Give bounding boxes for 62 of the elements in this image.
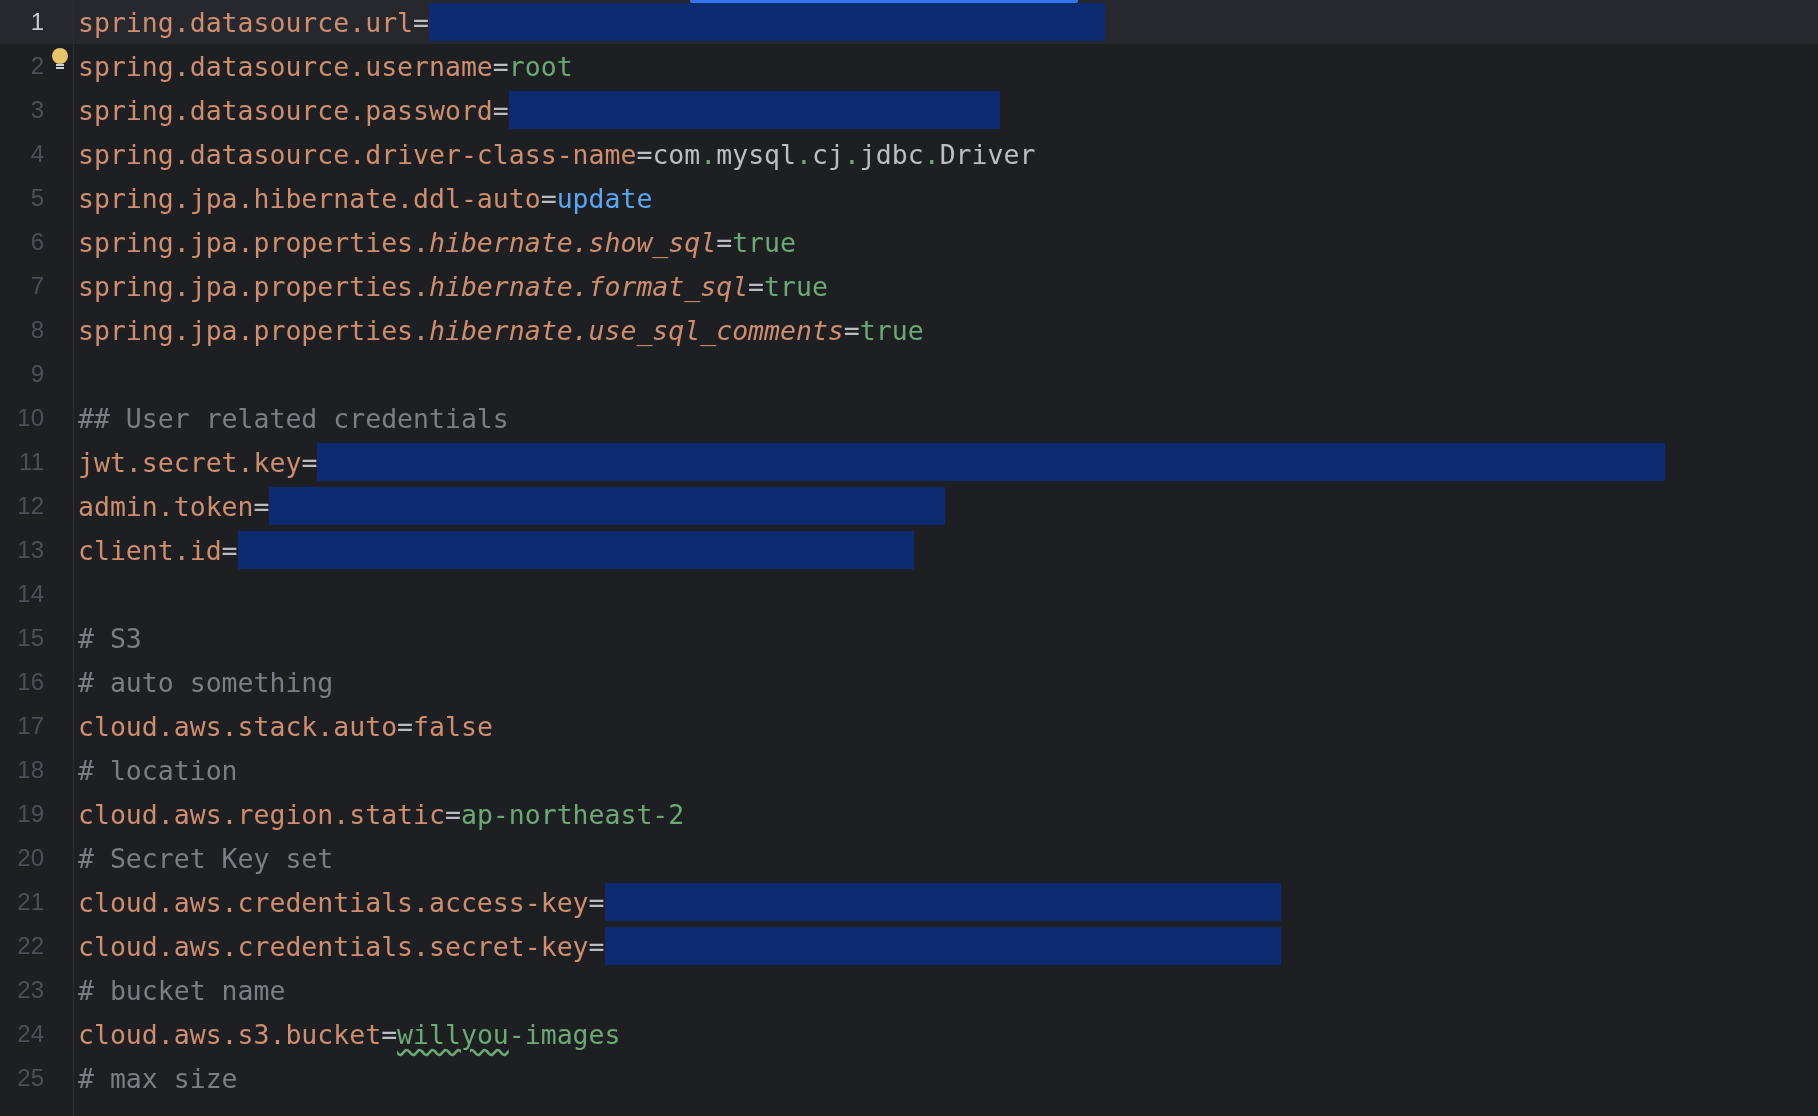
equals-sign: = xyxy=(843,314,860,346)
equals-sign: = xyxy=(588,930,605,962)
dot: . xyxy=(843,138,860,170)
property-value: true xyxy=(732,226,796,258)
property-value: ap-northeast-2 xyxy=(460,798,685,830)
code-editor[interactable] xyxy=(0,0,1818,1116)
comment-text: # bucket name xyxy=(78,974,286,1006)
comment-text: # location xyxy=(78,754,238,786)
line-number: 1 xyxy=(29,8,44,36)
property-key: spring.jpa.hibernate.ddl-auto xyxy=(78,182,541,214)
equals-sign: = xyxy=(413,6,429,38)
equals-sign: = xyxy=(588,886,605,918)
class-name: cj xyxy=(811,138,844,170)
property-key: cloud.aws.region.static xyxy=(78,798,445,830)
property-key: spring.datasource.username xyxy=(78,50,493,82)
equals-sign: = xyxy=(748,270,765,302)
comment-text: # auto something xyxy=(78,666,334,698)
equals-sign: = xyxy=(301,446,318,478)
equals-sign: = xyxy=(492,94,509,126)
property-key: cloud.aws.credentials.access-key xyxy=(78,886,589,918)
equals-sign: = xyxy=(540,182,557,214)
property-key: false xyxy=(413,710,493,742)
property-key: cloud.aws.credentials.secret-key xyxy=(78,930,589,962)
property-key: spring.datasource.driver-class-name xyxy=(78,138,637,170)
equals-sign: = xyxy=(381,1018,398,1050)
property-value: true xyxy=(859,314,924,346)
property-key: spring.jpa.properties. xyxy=(78,226,429,258)
property-value: update xyxy=(556,182,653,214)
property-key: client.id xyxy=(78,534,222,566)
class-name: Driver xyxy=(939,138,1036,170)
property-key: jwt.secret.key xyxy=(78,446,302,478)
equals-sign: = xyxy=(253,490,270,522)
comment-text: # Secret Key set xyxy=(78,842,334,874)
equals-sign: = xyxy=(221,534,238,566)
property-value: root xyxy=(508,50,573,82)
comment-text: # S3 xyxy=(78,622,142,654)
property-key: hibernate.use_sql_comments xyxy=(429,314,844,346)
class-name: jdbc xyxy=(859,138,924,170)
comment-text: ## User related credentials xyxy=(78,402,509,434)
property-key: cloud.aws.s3.bucket xyxy=(78,1018,382,1050)
property-key: spring.datasource.password xyxy=(78,94,493,126)
property-key: spring.jpa.properties. xyxy=(78,270,429,302)
class-name: mysql xyxy=(716,138,796,170)
property-key: spring.datasource.url xyxy=(78,6,414,38)
dot: . xyxy=(700,138,717,170)
property-key: spring.jpa.properties. xyxy=(78,314,429,346)
comment-text: # max size xyxy=(78,1062,238,1094)
dot: . xyxy=(923,138,940,170)
property-key: hibernate.format_sql xyxy=(429,270,749,302)
property-key: hibernate.show_sql xyxy=(429,226,717,258)
property-key: admin.token xyxy=(78,490,254,522)
property-value: willyou xyxy=(397,1018,509,1050)
equals-sign: = xyxy=(492,50,509,82)
property-value: true xyxy=(764,270,828,302)
property-value: -images xyxy=(508,1018,621,1050)
equals-sign: = xyxy=(636,138,653,170)
class-name: com xyxy=(652,138,701,170)
property-key: cloud.aws.stack.auto xyxy=(78,710,398,742)
dot: . xyxy=(796,138,812,170)
equals-sign: = xyxy=(716,226,733,258)
equals-sign: = xyxy=(397,710,414,742)
equals-sign: = xyxy=(444,798,461,830)
